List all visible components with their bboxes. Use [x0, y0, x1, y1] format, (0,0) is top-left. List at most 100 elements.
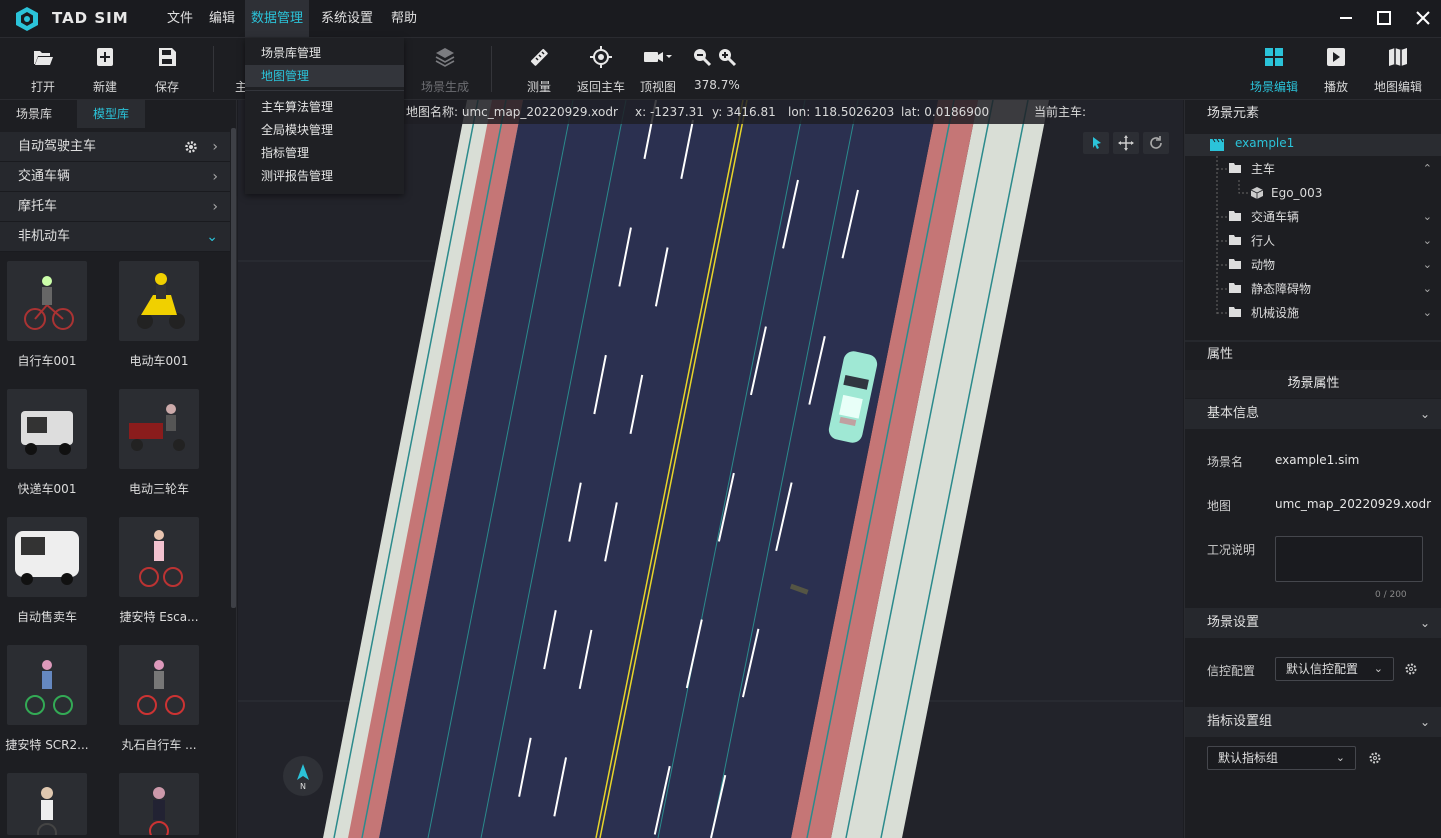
- bicycle-rider-icon: [139, 530, 183, 587]
- menu-system-settings[interactable]: 系统设置: [315, 0, 379, 37]
- measure-button[interactable]: 测量: [509, 38, 569, 100]
- menu-item-map-management[interactable]: 地图管理: [245, 65, 404, 87]
- play-icon: [1327, 48, 1345, 66]
- scene-generate-button[interactable]: 场景生成: [410, 38, 480, 100]
- category-label: 交通车辆: [18, 169, 71, 184]
- vending-vehicle-icon: [15, 531, 79, 585]
- folder-open-icon: [34, 51, 53, 65]
- left-scrollbar[interactable]: [231, 128, 236, 608]
- tree-node-label: 交通车辆: [1251, 210, 1300, 224]
- signal-config-select[interactable]: 默认信控配置 ⌄: [1275, 657, 1394, 681]
- properties-title: 属性: [1207, 347, 1234, 362]
- gear-icon[interactable]: [184, 140, 198, 154]
- tad-sim-logo-icon: [16, 7, 38, 31]
- model-thumb-bicycle[interactable]: [7, 261, 87, 341]
- menu-item-ego-algorithm[interactable]: 主车算法管理: [245, 96, 404, 118]
- menu-edit[interactable]: 编辑: [203, 0, 241, 37]
- metric-group-select[interactable]: 默认指标组 ⌄: [1207, 746, 1356, 770]
- maximize-icon[interactable]: [1374, 8, 1394, 28]
- model-thumb-maruishi[interactable]: [119, 645, 199, 725]
- road-map: [238, 100, 1183, 838]
- close-icon[interactable]: [1413, 8, 1433, 28]
- scene-elements-title: 场景元素: [1207, 106, 1260, 121]
- category-ego[interactable]: 自动驾驶主车 ›: [0, 132, 230, 162]
- tricycle-icon: [129, 404, 185, 451]
- minimize-icon[interactable]: [1336, 8, 1356, 28]
- menu-file[interactable]: 文件: [161, 0, 199, 37]
- move-tool-button[interactable]: [1113, 132, 1139, 154]
- compass-label: N: [300, 782, 306, 791]
- menu-item-global-module[interactable]: 全局模块管理: [245, 119, 404, 141]
- tab-scene-library[interactable]: 场景库: [0, 100, 68, 128]
- signal-config-value: 默认信控配置: [1286, 662, 1359, 676]
- tree-node-facility[interactable]: 机械设施 ⌄: [1229, 301, 1441, 325]
- section-metric-group[interactable]: 指标设置组 ⌄: [1185, 707, 1441, 737]
- chevron-down-icon: ⌄: [206, 229, 218, 245]
- category-label: 摩托车: [18, 199, 58, 214]
- top-view-button[interactable]: 顶视图: [628, 38, 688, 100]
- section-scene-settings[interactable]: 场景设置 ⌄: [1185, 608, 1441, 638]
- menu-item-metrics[interactable]: 指标管理: [245, 142, 404, 164]
- scene-viewport[interactable]: [238, 100, 1183, 838]
- tree-node-obstacle[interactable]: 静态障碍物 ⌄: [1229, 277, 1441, 301]
- rotate-icon: [1150, 136, 1162, 149]
- condition-label: 工况说明: [1207, 543, 1256, 557]
- chevron-down-icon: ⌄: [1373, 662, 1383, 675]
- gear-icon[interactable]: [1404, 662, 1418, 676]
- tree-node-ego-003[interactable]: Ego_003: [1251, 181, 1441, 205]
- chevron-right-icon: ›: [212, 139, 218, 155]
- lon-readout: lon: 118.5026203: [788, 105, 895, 119]
- select-tool-button[interactable]: [1083, 132, 1109, 154]
- camera-dropdown-icon: [644, 52, 672, 62]
- model-thumb-vending[interactable]: [7, 517, 87, 597]
- condition-textarea[interactable]: [1275, 536, 1423, 582]
- menu-help[interactable]: 帮助: [385, 0, 423, 37]
- rotate-tool-button[interactable]: [1143, 132, 1169, 154]
- model-thumb-rider-10[interactable]: [119, 773, 199, 835]
- save-button[interactable]: 保存: [137, 38, 197, 100]
- top-view-label: 顶视图: [639, 80, 676, 94]
- menu-item-scene-library[interactable]: 场景库管理: [245, 42, 404, 64]
- gear-icon[interactable]: [1368, 751, 1382, 765]
- model-library-panel: 场景库 模型库 自动驾驶主车 › 交通车辆 › 摩托车 › 非机动车 ⌄ 自行车…: [0, 100, 237, 838]
- category-motorcycle[interactable]: 摩托车 ›: [0, 192, 230, 222]
- map-value: umc_map_20220929.xodr: [1275, 497, 1432, 511]
- delivery-cart-icon: [21, 411, 73, 455]
- category-traffic[interactable]: 交通车辆 ›: [0, 162, 230, 192]
- bicycle-rider-icon: [137, 660, 185, 715]
- open-button[interactable]: 打开: [13, 38, 73, 100]
- category-non-motor[interactable]: 非机动车 ⌄: [0, 222, 230, 252]
- chevron-down-icon: ⌄: [1422, 282, 1432, 295]
- zoom-level: 378.7%: [694, 78, 740, 92]
- model-thumb-delivery[interactable]: [7, 389, 87, 469]
- scene-edit-button[interactable]: 场景编辑: [1244, 38, 1304, 100]
- chevron-right-icon: ›: [212, 169, 218, 185]
- model-thumb-giant-scr2[interactable]: [7, 645, 87, 725]
- clapperboard-icon: [1210, 138, 1224, 151]
- map-edit-button[interactable]: 地图编辑: [1368, 38, 1428, 100]
- compass[interactable]: N: [283, 756, 323, 796]
- zoom-in-icon[interactable]: [717, 47, 737, 67]
- tree-node-traffic[interactable]: 交通车辆 ⌄: [1229, 205, 1441, 229]
- menu-data-management[interactable]: 数据管理: [245, 0, 310, 37]
- model-thumb-tricycle[interactable]: [119, 389, 199, 469]
- zoom-out-icon[interactable]: [692, 47, 712, 67]
- chevron-down-icon: ⌄: [1419, 715, 1430, 729]
- model-thumb-rider-9[interactable]: [7, 773, 87, 835]
- bicycle-rider-icon: [149, 787, 169, 835]
- folder-icon: [1229, 163, 1241, 173]
- tree-node-ego[interactable]: 主车 ⌃: [1229, 157, 1441, 181]
- model-thumb-ebike[interactable]: [119, 261, 199, 341]
- tree-node-animal[interactable]: 动物 ⌄: [1229, 253, 1441, 277]
- model-thumb-giant-esca[interactable]: [119, 517, 199, 597]
- ruler-icon: [530, 48, 548, 66]
- tree-root[interactable]: example1: [1185, 134, 1441, 156]
- return-ego-button[interactable]: 返回主车: [571, 38, 631, 100]
- tree-node-pedestrian[interactable]: 行人 ⌄: [1229, 229, 1441, 253]
- play-button[interactable]: 播放: [1306, 38, 1366, 100]
- menu-item-reports[interactable]: 测评报告管理: [245, 165, 404, 187]
- chevron-down-icon: ⌄: [1419, 407, 1430, 421]
- tab-model-library[interactable]: 模型库: [77, 100, 146, 128]
- new-button[interactable]: 新建: [75, 38, 135, 100]
- section-basic-info[interactable]: 基本信息 ⌄: [1185, 399, 1441, 429]
